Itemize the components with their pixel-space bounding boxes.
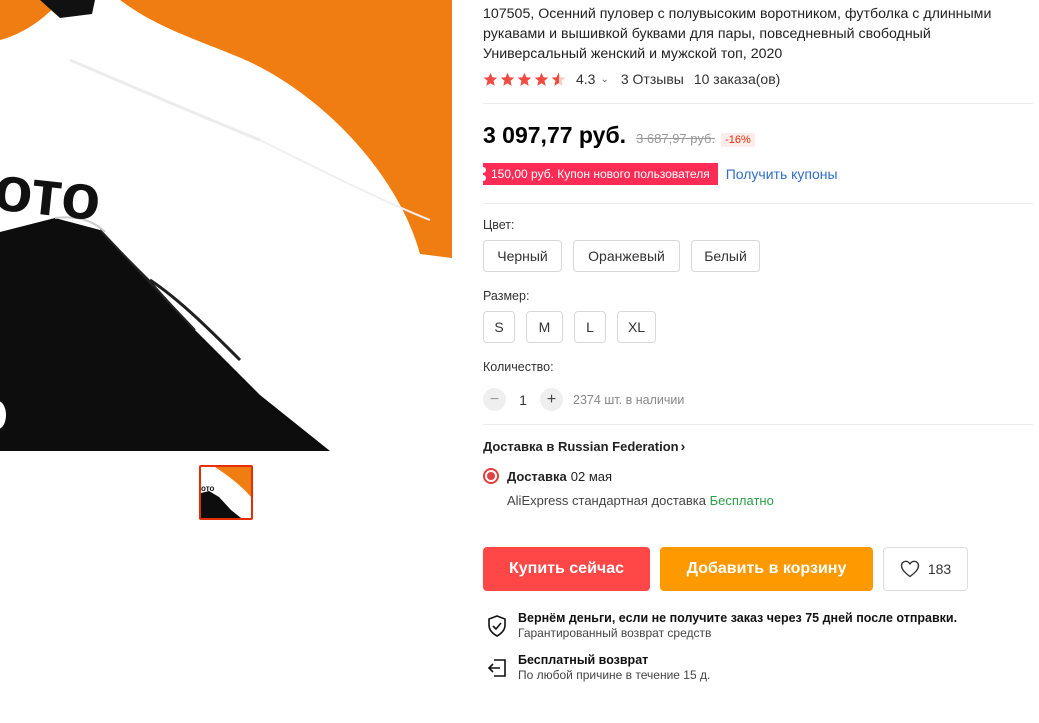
divider xyxy=(483,203,1033,204)
shipping-option[interactable]: Доставка 02 мая xyxy=(483,468,612,484)
divider xyxy=(483,424,1033,425)
shipping-carrier-row: AliExpress стандартная доставка Бесплатн… xyxy=(507,493,774,508)
price-row: 3 097,77 руб. 3 687,97 руб. -16% xyxy=(483,122,755,149)
print-text: ото xyxy=(0,151,104,234)
orders-count: 10 заказа(ов) xyxy=(693,71,781,87)
add-to-cart-button[interactable]: Добавить в корзину xyxy=(660,547,873,591)
size-option-m[interactable]: M xyxy=(526,311,563,343)
wishlist-button[interactable]: 183 xyxy=(883,547,968,591)
return-subtitle: По любой причине в течение 15 д. xyxy=(518,668,711,682)
thumb-print-text: ото xyxy=(201,484,215,493)
color-option-black[interactable]: Черный xyxy=(483,240,562,272)
old-price: 3 687,97 руб. xyxy=(636,131,716,146)
heart-icon xyxy=(900,560,920,578)
shield-check-icon xyxy=(488,615,506,637)
return-title: Бесплатный возврат xyxy=(518,653,649,667)
discount-badge: -16% xyxy=(721,133,755,147)
quantity-minus-button[interactable]: − xyxy=(483,388,506,411)
product-main-image[interactable]: ото xyxy=(0,0,452,451)
guarantee-title: Вернём деньги, если не получите заказ че… xyxy=(518,611,958,625)
shipping-price: Бесплатно xyxy=(709,493,774,508)
buy-now-button[interactable]: Купить сейчас xyxy=(483,547,650,591)
size-option-xl[interactable]: XL xyxy=(617,311,656,343)
rating-row: 4.3 ⌄ 3 Отзывы 10 заказа(ов) xyxy=(483,70,780,88)
color-option-orange[interactable]: Оранжевый xyxy=(573,240,680,272)
reviews-link[interactable]: 3 Отзывы xyxy=(621,71,684,87)
current-price: 3 097,77 руб. xyxy=(483,122,627,148)
shipping-title: Доставка в Russian Federation xyxy=(483,438,679,454)
rating-value[interactable]: 4.3 xyxy=(576,71,595,87)
size-label: Размер: xyxy=(483,289,530,303)
chevron-right-icon: › xyxy=(680,438,686,454)
quantity-label: Количество: xyxy=(483,360,554,374)
quantity-stepper: − 1 + 2374 шт. в наличии xyxy=(483,388,684,411)
chevron-down-icon[interactable]: ⌄ xyxy=(600,74,608,85)
divider xyxy=(483,103,1033,104)
star-icon xyxy=(534,72,549,86)
stock-count: 2374 шт. в наличии xyxy=(573,392,685,407)
star-icon xyxy=(517,72,532,86)
size-option-l[interactable]: L xyxy=(574,311,606,343)
quantity-value[interactable]: 1 xyxy=(506,392,540,408)
color-label: Цвет: xyxy=(483,218,515,232)
money-back-guarantee: Вернём деньги, если не получите заказ че… xyxy=(485,610,957,641)
color-option-white[interactable]: Белый xyxy=(691,240,760,272)
color-options: Черный Оранжевый Белый xyxy=(483,240,760,272)
radio-selected-icon[interactable] xyxy=(483,468,499,484)
guarantee-subtitle: Гарантированный возврат средств xyxy=(518,626,712,640)
free-return: Бесплатный возврат По любой причине в те… xyxy=(485,652,710,683)
coupon-row: 150,00 руб. Купон нового пользователя По… xyxy=(480,163,838,185)
star-icon xyxy=(483,72,498,86)
shipping-destination-link[interactable]: Доставка в Russian Federation › xyxy=(483,438,685,454)
product-thumbnail[interactable]: ото xyxy=(199,465,253,520)
wishlist-count: 183 xyxy=(927,561,952,577)
size-option-s[interactable]: S xyxy=(483,311,515,343)
rating-stars xyxy=(483,72,568,87)
quantity-plus-button[interactable]: + xyxy=(540,388,563,411)
get-coupons-link[interactable]: Получить купоны xyxy=(726,166,838,182)
coupon-badge: 150,00 руб. Купон нового пользователя xyxy=(480,163,718,185)
star-icon xyxy=(500,72,515,86)
star-half-icon xyxy=(551,72,566,86)
return-icon xyxy=(487,659,506,677)
size-options: S M L XL xyxy=(483,311,656,343)
shipping-option-label: Доставка xyxy=(507,468,567,484)
product-title: 107505, Осенний пуловер с полувысоким во… xyxy=(483,6,992,62)
shipping-date: 02 мая xyxy=(570,468,613,484)
shipping-carrier: AliExpress стандартная доставка xyxy=(507,493,706,508)
